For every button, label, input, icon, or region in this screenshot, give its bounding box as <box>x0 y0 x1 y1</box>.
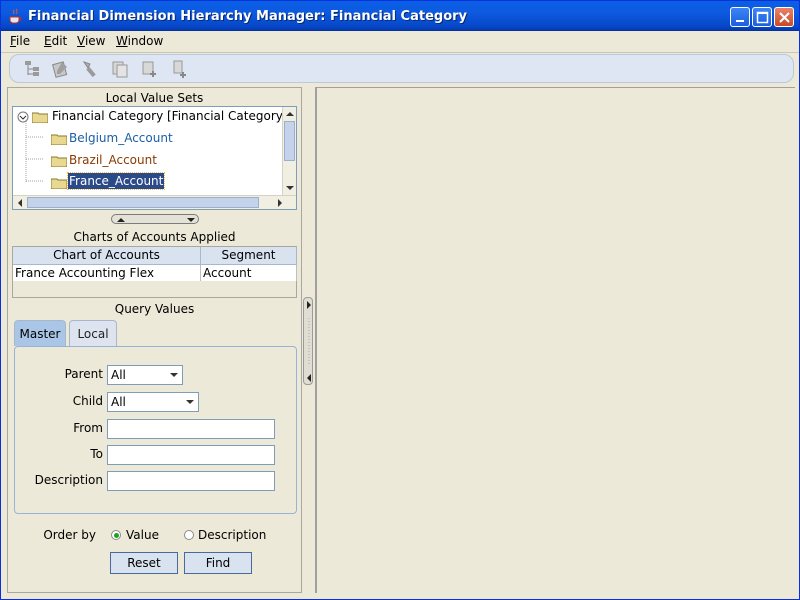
radio-indicator[interactable] <box>184 530 194 540</box>
menu-edit[interactable]: Edit <box>44 34 67 48</box>
column-header-chart[interactable]: Chart of Accounts <box>13 247 201 265</box>
add-sibling-icon[interactable] <box>171 59 191 79</box>
tree-vertical-scrollbar[interactable] <box>282 107 296 195</box>
query-values-title: Query Values <box>114 302 195 316</box>
master-tab-panel: Parent All Child All From To Description <box>14 346 297 514</box>
scroll-left-icon[interactable] <box>15 198 25 208</box>
parent-label: Parent <box>64 367 103 381</box>
tree-item-france-label: France_Account <box>66 172 166 190</box>
value-set-tree[interactable]: Financial Category [Financial Category] … <box>12 106 297 210</box>
folder-icon <box>51 156 67 167</box>
menu-window[interactable]: Window <box>116 34 163 48</box>
maximize-button[interactable] <box>752 7 772 27</box>
child-label: Child <box>72 394 103 408</box>
menu-view-label: iew <box>84 34 106 48</box>
tree-horizontal-scrollbar[interactable] <box>13 195 296 209</box>
close-icon <box>779 12 790 23</box>
toolbar <box>9 54 794 83</box>
to-input[interactable] <box>107 445 275 465</box>
menu-edit-label: dit <box>51 34 68 48</box>
from-label: From <box>73 421 103 435</box>
reset-button[interactable]: Reset <box>110 552 178 574</box>
child-select[interactable]: All <box>107 392 199 412</box>
scroll-down-icon[interactable] <box>285 183 295 193</box>
chevron-down-icon <box>186 400 194 404</box>
column-header-segment[interactable]: Segment <box>201 247 297 265</box>
table-cell-segment[interactable]: Account <box>201 265 297 281</box>
parent-select-value: All <box>111 368 126 382</box>
chevron-down-icon <box>170 373 178 377</box>
menu-file[interactable]: File <box>10 34 30 48</box>
folder-icon <box>32 112 48 123</box>
collapse-icon[interactable] <box>17 111 29 123</box>
window-title: Financial Dimension Hierarchy Manager: F… <box>28 9 468 24</box>
charts-of-accounts-title: Charts of Accounts Applied <box>73 230 236 244</box>
tree-item-belgium-label: Belgium_Account <box>69 131 173 145</box>
from-input[interactable] <box>107 419 275 439</box>
to-label: To <box>90 447 103 461</box>
parent-select[interactable]: All <box>107 365 183 385</box>
app-window: Financial Dimension Hierarchy Manager: F… <box>0 0 800 600</box>
folder-icon <box>51 178 67 189</box>
tree-item-brazil-label: Brazil_Account <box>69 153 157 167</box>
menu-bar: File Edit View Window <box>1 31 799 53</box>
panel-divider-handle[interactable] <box>303 297 313 385</box>
description-label: Description <box>34 473 103 487</box>
menu-view-mnemonic: V <box>77 34 85 48</box>
tree-vscroll-thumb[interactable] <box>284 121 295 161</box>
folder-icon <box>51 134 67 145</box>
copy-icon[interactable] <box>110 59 130 79</box>
description-input[interactable] <box>107 471 275 491</box>
menu-window-mnemonic: W <box>116 34 128 48</box>
java-cup-icon <box>9 8 22 24</box>
flashlight-icon[interactable] <box>81 59 101 79</box>
minimize-button[interactable] <box>730 7 750 27</box>
split-pane-divider[interactable] <box>111 214 199 224</box>
hierarchy-icon[interactable] <box>22 59 42 79</box>
left-panel: Local Value Sets Financial Category [Fin… <box>7 87 302 593</box>
close-button[interactable] <box>774 7 794 27</box>
child-select-value: All <box>111 395 126 409</box>
tab-master[interactable]: Master <box>14 320 66 346</box>
menu-window-label: indow <box>127 34 164 48</box>
order-by-value-label: Value <box>126 528 159 542</box>
split-arrows-icon <box>117 218 195 222</box>
order-by-value-radio[interactable]: Value <box>111 528 171 544</box>
scroll-up-icon[interactable] <box>285 109 295 119</box>
find-button[interactable]: Find <box>184 552 252 574</box>
maximize-icon <box>756 11 769 24</box>
table-cell-chart[interactable]: France Accounting Flex <box>13 265 201 281</box>
local-value-sets-title: Local Value Sets <box>105 91 204 105</box>
tree-hscroll-thumb[interactable] <box>27 197 259 208</box>
tab-local[interactable]: Local <box>69 320 117 346</box>
divider-arrows-icon <box>307 301 311 382</box>
menu-edit-mnemonic: E <box>44 34 52 48</box>
edit-icon[interactable] <box>51 59 71 79</box>
add-child-icon[interactable] <box>140 59 160 79</box>
charts-of-accounts-table: Chart of Accounts Segment France Account… <box>12 246 297 298</box>
minimize-icon <box>736 20 744 22</box>
tree-root-label: Financial Category [Financial Category] <box>52 109 288 123</box>
radio-indicator[interactable] <box>111 530 121 540</box>
order-by-description-radio[interactable]: Description <box>184 528 274 544</box>
order-by-description-label: Description <box>198 528 267 542</box>
right-content-panel <box>315 87 795 593</box>
query-tabs: Master Local <box>12 320 297 346</box>
title-bar[interactable]: Financial Dimension Hierarchy Manager: F… <box>1 1 799 31</box>
menu-file-label: ile <box>16 34 31 48</box>
order-by-label: Order by <box>43 528 96 542</box>
scroll-right-icon[interactable] <box>275 198 285 208</box>
menu-view[interactable]: View <box>77 34 105 48</box>
